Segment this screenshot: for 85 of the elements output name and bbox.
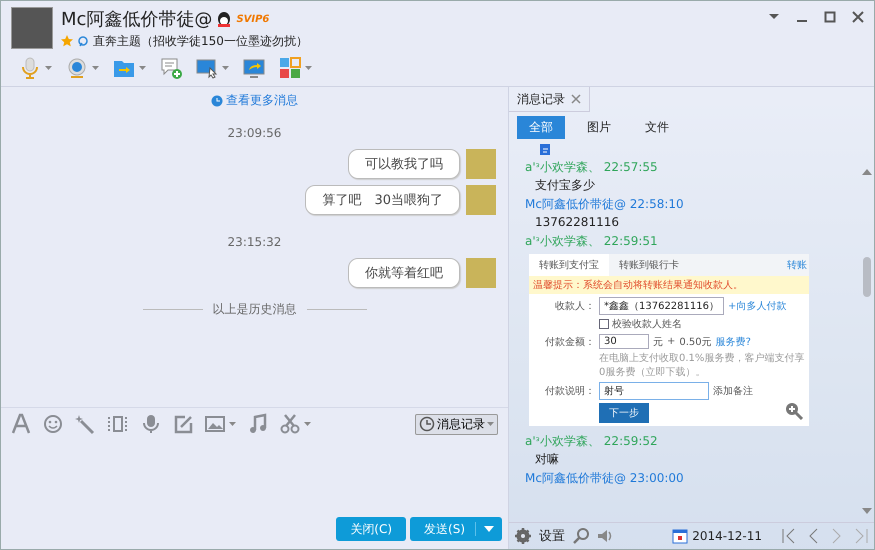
message-bubble: 你就等着红吧 [348, 258, 460, 288]
screen-arrow-icon[interactable] [243, 57, 265, 79]
contact-name: Mc阿鑫低价带徒@ [61, 8, 212, 31]
microphone-icon[interactable] [141, 413, 161, 435]
search-icon[interactable] [573, 528, 589, 544]
history-divider-label: 以上是历史消息 [212, 301, 296, 318]
message-header: Mc阿鑫低价带徒@ 22:58:10 [525, 196, 685, 213]
scissors-icon[interactable] [280, 413, 300, 435]
close-icon[interactable] [852, 11, 864, 23]
timestamp: 23:15:32 [228, 235, 282, 249]
edit-icon[interactable] [173, 413, 193, 435]
apps-grid-icon[interactable] [279, 57, 301, 79]
last-page-icon[interactable] [854, 528, 868, 544]
field-label: 收款人： [554, 300, 595, 313]
caret-icon[interactable] [92, 66, 99, 70]
settings-icon[interactable] [515, 528, 531, 544]
font-icon[interactable] [11, 413, 31, 435]
clock-icon[interactable] [419, 416, 435, 432]
message-text: 支付宝多少 [534, 177, 596, 194]
image-icon[interactable] [205, 413, 225, 435]
status-text: 直奔主题（招收学徒150一位墨迹勿扰） [93, 32, 308, 50]
notice-bar: 温馨提示：系统会自动将转账结果通知收款人。 [529, 276, 809, 294]
message-text: 对嘛 [534, 451, 560, 468]
star-icon [61, 35, 73, 47]
speaker-icon[interactable] [597, 528, 613, 544]
plus-sign: + [667, 336, 676, 347]
caret-icon[interactable] [222, 66, 229, 70]
message-header: a'ᵌ小欢学森、 22:59:51 [525, 233, 659, 250]
avatar-placeholder [466, 149, 496, 179]
message-bubble: 可以教我了吗 [348, 149, 460, 179]
memo-field: 射号 [599, 382, 709, 400]
vip-label: SVIP6 [236, 14, 270, 24]
date-label: 2014-12-11 [692, 529, 762, 543]
more-messages-link[interactable]: 查看更多消息 [211, 92, 298, 109]
transfer-option-label: 转账到银行卡 [618, 258, 680, 273]
recipient-field: *鑫鑫（13762281116） [599, 297, 724, 315]
fee-label: 0.50元 [679, 336, 712, 348]
transfer-option-label: 转账到支付宝 [529, 254, 609, 276]
file-icon[interactable] [539, 143, 551, 156]
scrollbar-thumb[interactable] [863, 256, 871, 296]
microphone-icon[interactable] [19, 57, 41, 79]
add-comment-icon[interactable] [160, 57, 182, 79]
smiley-icon[interactable] [43, 413, 63, 435]
caret-icon[interactable] [487, 422, 494, 426]
zoom-in-icon[interactable] [785, 402, 803, 420]
screen-share-icon[interactable] [196, 57, 218, 79]
settings-label[interactable]: 设置 [539, 527, 565, 545]
field-label: 付款金额： [544, 336, 595, 348]
avatar-placeholder [466, 185, 496, 215]
message-bubble: 算了吧 30当喂狗了 [305, 185, 460, 215]
maximize-icon[interactable] [824, 11, 836, 23]
scroll-down-icon[interactable] [862, 508, 872, 514]
caret-icon[interactable] [484, 526, 494, 532]
filter-tab[interactable]: 文件 [633, 116, 681, 139]
timestamp: 23:09:56 [228, 126, 282, 140]
history-tab[interactable]: 消息记录 [509, 87, 590, 112]
field-label: 付款说明： [544, 385, 595, 398]
unit-label: 元 [653, 336, 663, 348]
photo-placeholder [11, 7, 53, 49]
scroll-up-icon[interactable] [862, 169, 872, 175]
message-header: Mc阿鑫低价带徒@ 23:00:00 [525, 470, 685, 487]
message-text: 13762281116 [534, 214, 620, 231]
webcam-icon[interactable] [66, 57, 88, 79]
clock-icon [211, 94, 223, 106]
caret-icon[interactable] [305, 66, 312, 70]
caret-icon[interactable] [45, 66, 52, 70]
calendar-icon[interactable] [672, 528, 688, 544]
first-page-icon[interactable] [782, 528, 796, 544]
memo-hint: 添加备注 [713, 384, 753, 398]
fee-note: 在电脑上支付收取0.1%服务费，客户端支付享0服务费（立即下载）。 [598, 352, 806, 379]
filter-tab[interactable]: 全部 [517, 116, 565, 139]
magic-wand-icon[interactable] [75, 413, 95, 435]
message-header: a'ᵌ小欢学森、 22:57:55 [525, 159, 659, 176]
caret-icon[interactable] [139, 66, 146, 70]
caret-icon[interactable] [229, 422, 236, 426]
music-note-icon[interactable] [248, 413, 268, 435]
screenshot-frame-icon[interactable] [107, 413, 129, 435]
caret-icon[interactable] [304, 422, 311, 426]
avatar-placeholder [466, 258, 496, 288]
close-icon[interactable] [571, 94, 581, 104]
history-button[interactable]: 消息记录 [415, 414, 498, 434]
checkbox-label: 校验收款人姓名 [612, 318, 682, 331]
message-header: a'ᵌ小欢学森、 22:59:52 [525, 433, 659, 450]
amount-field: 30 [599, 334, 649, 349]
filter-tab[interactable]: 图片 [575, 116, 623, 139]
